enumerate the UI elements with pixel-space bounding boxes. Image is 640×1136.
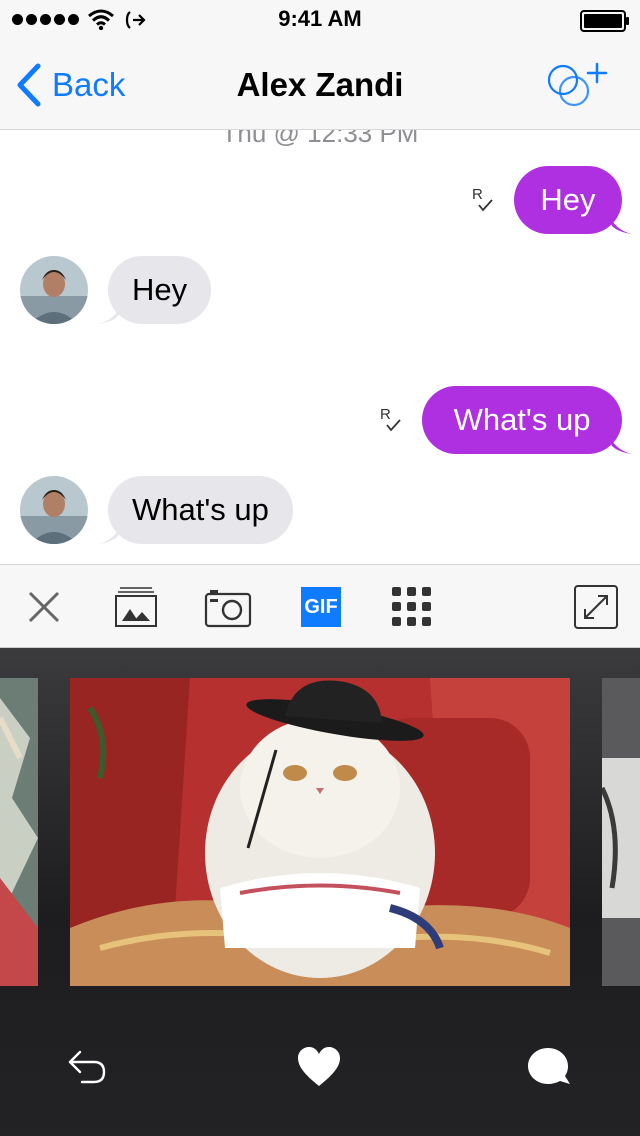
camera-icon[interactable] (204, 585, 252, 629)
incoming-message[interactable]: What's up (108, 476, 293, 544)
chevron-left-icon (17, 63, 41, 107)
bubble-tail (98, 522, 122, 544)
gif-action-bar (0, 1028, 640, 1108)
read-receipt-icon: R (472, 186, 493, 212)
svg-text:R: R (472, 186, 483, 203)
grid-icon[interactable] (390, 585, 434, 629)
expand-icon[interactable] (574, 585, 618, 629)
navigation-bar: Back Alex Zandi (0, 40, 640, 130)
bubble-tail (608, 212, 632, 234)
avatar[interactable] (20, 476, 88, 544)
photo-gallery-icon[interactable] (114, 585, 158, 629)
outgoing-message[interactable]: Hey (514, 166, 622, 234)
status-bar: 9:41 AM (0, 0, 640, 40)
outgoing-message[interactable]: What's up (422, 386, 622, 454)
status-time: 9:41 AM (278, 6, 362, 31)
add-people-icon[interactable] (542, 60, 612, 110)
svg-text:R: R (380, 406, 391, 423)
attachment-toolbar: GIF (0, 564, 640, 648)
gif-picker[interactable] (0, 648, 640, 1136)
bubble-tail (98, 302, 122, 324)
back-label: Back (52, 66, 126, 103)
gif-thumbnail[interactable] (0, 678, 38, 986)
battery-icon (580, 10, 629, 32)
read-receipt-icon: R (380, 406, 401, 432)
chat-bubble-icon[interactable] (526, 1046, 572, 1088)
avatar[interactable] (20, 256, 88, 324)
message-timestamp: Thu @ 12:33 PM (221, 130, 419, 148)
heart-icon[interactable] (296, 1046, 342, 1088)
gif-button[interactable]: GIF (301, 587, 341, 627)
back-button[interactable]: Back (14, 62, 125, 108)
reply-icon[interactable] (66, 1046, 108, 1088)
incoming-message[interactable]: Hey (108, 256, 212, 324)
bubble-tail (608, 432, 632, 454)
message-list[interactable]: Thu @ 12:33 PM R Hey Hey R What's up Wha… (0, 130, 640, 564)
gif-thumbnail-cat[interactable] (70, 678, 570, 986)
close-icon[interactable] (26, 585, 62, 629)
gif-thumbnail[interactable] (602, 678, 640, 986)
